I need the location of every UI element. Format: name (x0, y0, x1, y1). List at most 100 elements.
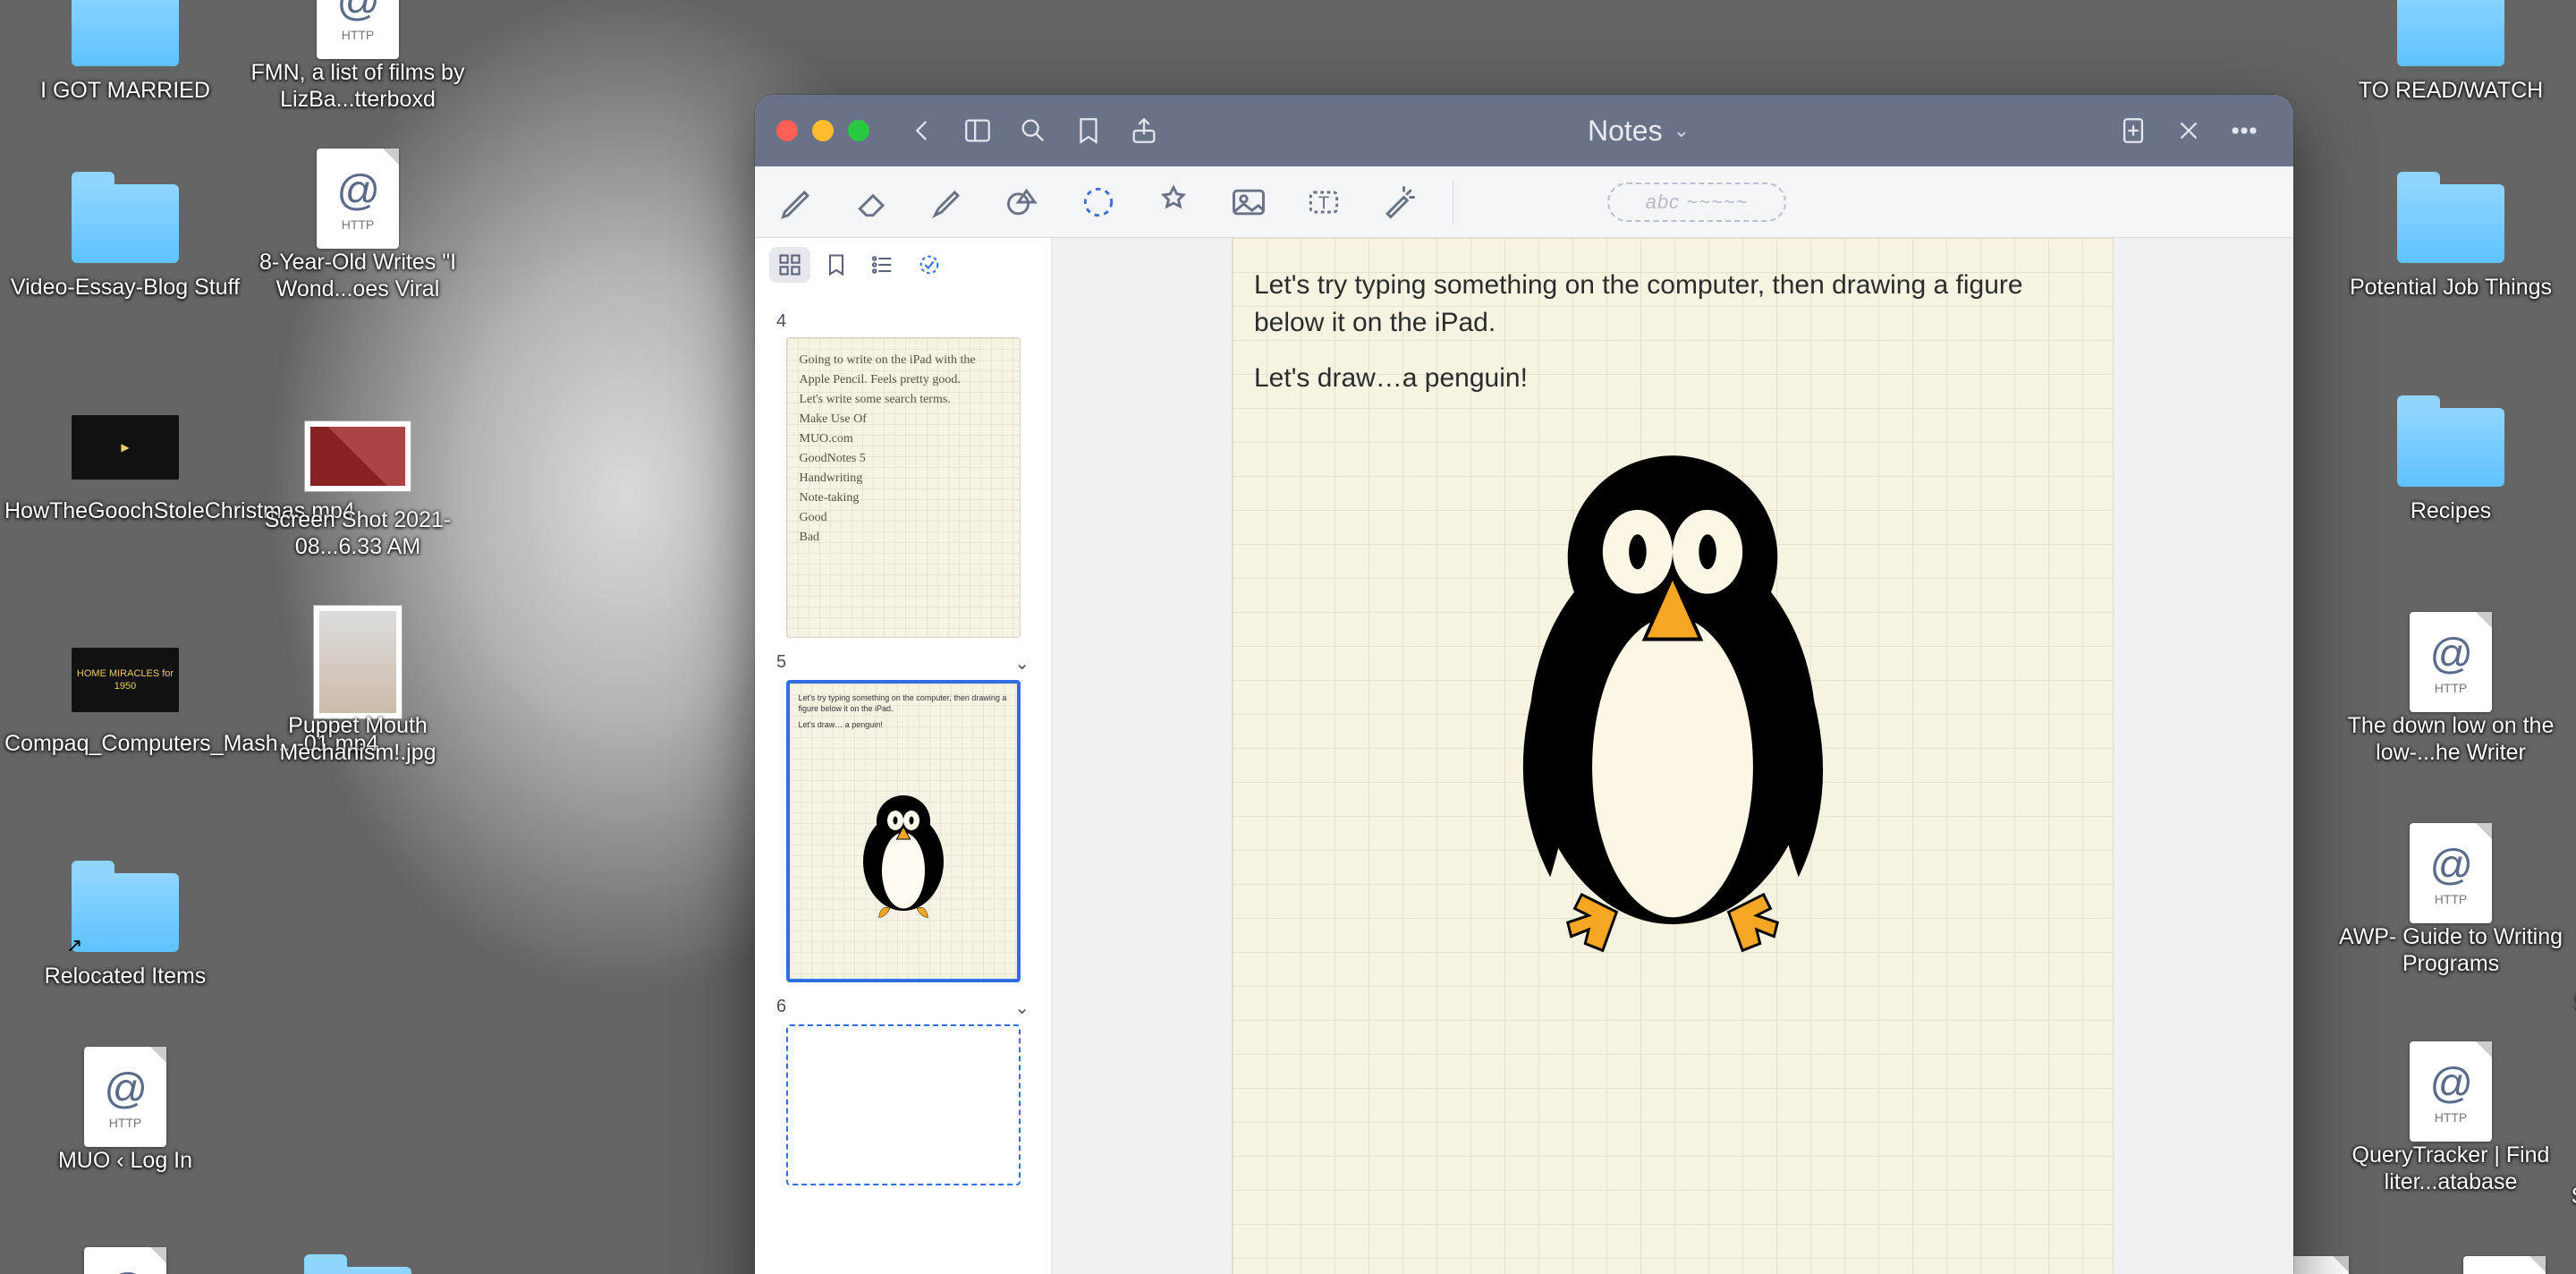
shape-tool[interactable] (998, 177, 1048, 227)
desktop-item-submit-to[interactable]: Stuff to Submit To! (2567, 895, 2576, 1016)
thumbnails-tab[interactable] (769, 247, 810, 283)
thumb-line: Let's draw… a penguin! (799, 719, 1008, 730)
desktop-item-right-webloc-cut2[interactable]: @HTTP (2379, 1261, 2576, 1274)
add-page-button[interactable] (2114, 112, 2152, 149)
desktop-item-left-webloc-cut[interactable]: @HTTP (0, 1253, 250, 1274)
thumb-line: Let's try typing something on the comput… (799, 692, 1008, 714)
desktop-label: The down low on the low-...he Writer (2330, 712, 2572, 766)
folder-icon (72, 0, 179, 66)
desktop-item-to-read[interactable]: TO READ/WATCH (2326, 0, 2576, 104)
close-tab-button[interactable] (2170, 112, 2207, 149)
document-title[interactable]: Notes ⌄ (1172, 115, 2106, 148)
page-number-6[interactable]: 6⌄ (769, 991, 1037, 1024)
document-title-text: Notes (1588, 115, 1663, 148)
webloc-icon: @HTTP (317, 0, 399, 59)
minimize-window-button[interactable] (812, 120, 834, 141)
app-body: 4 Going to write on the iPad with theApp… (755, 238, 2293, 1274)
desktop-item-recipes[interactable]: Recipes (2326, 403, 2576, 524)
desktop-item-video-essay[interactable]: Video-Essay-Blog Stuff (0, 179, 250, 301)
text-style-field[interactable]: abc ~~~~~ (1607, 183, 1786, 222)
sidebar-view-tabs (755, 238, 1051, 292)
bookmark-button[interactable] (1070, 112, 1107, 149)
desktop-item-fanfiction[interactable]: Fanfiction (2567, 537, 2576, 658)
note-page[interactable]: Let's try typing something on the comput… (1232, 238, 2114, 1274)
page-thumbnail-6-selected[interactable]: Let's try typing something on the comput… (786, 680, 1021, 982)
desktop-label: Recipes (2411, 497, 2491, 524)
laser-pointer-tool[interactable] (1374, 177, 1424, 227)
webloc-icon: @HTTP (2410, 612, 2492, 712)
titlebar: Notes ⌄ (755, 95, 2293, 166)
webloc-icon: @HTTP (2463, 1256, 2546, 1274)
desktop-item-i-got-married[interactable]: I GOT MARRIED (0, 0, 250, 104)
text-tool[interactable]: T (1299, 177, 1349, 227)
desktop-item-potential-job[interactable]: Potential Job Things (2326, 179, 2576, 301)
desktop-label: 8-Year-Old Writes "I Wond...oes Viral (237, 249, 479, 302)
pen-tool[interactable] (773, 177, 823, 227)
bookmarks-tab[interactable] (816, 247, 857, 283)
desktop-item-8yr-old[interactable]: @HTTP 8-Year-Old Writes "I Wond...oes Vi… (233, 154, 483, 302)
outline-tab[interactable] (862, 247, 903, 283)
zoom-window-button[interactable] (848, 120, 869, 141)
desktop-label: TO READ/WATCH (2359, 77, 2543, 104)
thumb-text: Going to write on the iPad with theApple… (800, 351, 1007, 548)
add-page-thumbnail[interactable] (786, 1024, 1021, 1185)
more-menu-button[interactable] (2225, 112, 2263, 149)
desktop-label: FMN, a list of films by LizBa...tterboxd (237, 59, 479, 113)
desktop-label: Puppet Mouth Mechanism!.jpg (237, 712, 479, 766)
highlighter-tool[interactable] (923, 177, 973, 227)
desktop-item-down-low[interactable]: @HTTP The down low on the low-...he Writ… (2326, 617, 2576, 766)
window-controls (776, 120, 869, 141)
select-tab[interactable] (909, 247, 950, 283)
desktop-label: HowTheGoochStoleChristmas.mp4 (4, 497, 246, 524)
back-button[interactable] (903, 112, 941, 149)
desktop-item-fmn-films[interactable]: @HTTP FMN, a list of films by LizBa...tt… (233, 0, 483, 113)
page-sidebar: 4 Going to write on the iPad with theApp… (755, 238, 1052, 1274)
close-window-button[interactable] (776, 120, 798, 141)
webloc-icon: @HTTP (84, 1047, 166, 1147)
page-thumbnail-5[interactable]: Going to write on the iPad with theApple… (786, 337, 1021, 638)
webloc-icon: @HTTP (317, 149, 399, 249)
chevron-down-icon: ⌄ (1014, 652, 1030, 675)
desktop-item-querytracker[interactable]: @HTTP QueryTracker | Find liter...atabas… (2326, 1047, 2576, 1195)
desktop-item-webcomics[interactable]: Webcomics (2567, 0, 2576, 113)
page-number-4: 4 (769, 306, 1037, 337)
sidebar-toggle-button[interactable] (959, 112, 996, 149)
sidebar-scroll[interactable]: 4 Going to write on the iPad with theApp… (755, 292, 1051, 1274)
lasso-tool[interactable] (1073, 177, 1123, 227)
desktop-item-screenshot[interactable]: Screen Shot 2021-08...6.33 AM (233, 412, 483, 560)
chevron-down-icon: ⌄ (1014, 997, 1030, 1019)
chevron-down-icon: ⌄ (1674, 119, 1690, 142)
sticker-tool[interactable] (1148, 177, 1199, 227)
share-button[interactable] (1125, 112, 1163, 149)
webloc-icon: @HTTP (84, 1247, 166, 1274)
desktop-item-writing-stuff[interactable]: Writing Stuff (2567, 349, 2576, 471)
image-tool[interactable] (1224, 177, 1274, 227)
page-text-1: Let's try typing something on the comput… (1254, 267, 2091, 342)
desktop-label: Stuff to Maybe Buy Maybe? (2567, 1183, 2576, 1236)
desktop-item-left-folder-cut[interactable] (233, 1261, 483, 1274)
page-number-5[interactable]: 5⌄ (769, 647, 1037, 680)
desktop-item-ukulele[interactable]: Ukulele Stuff (2567, 716, 2576, 837)
desktop-item-awp-guide[interactable]: @HTTP AWP- Guide to Writing Programs (2326, 828, 2576, 977)
desktop-item-buy-maybe[interactable]: Stuff to Maybe Buy Maybe? (2567, 1088, 2576, 1236)
placeholder-text: abc ~~~~~ (1646, 191, 1749, 214)
desktop-label: Screen Shot 2021-08...6.33 AM (237, 506, 479, 560)
desktop-item-puppet[interactable]: Puppet Mouth Mechanism!.jpg (233, 617, 483, 766)
desktop-item-muo-login[interactable]: @HTTP MUO ‹ Log In (0, 1052, 250, 1174)
page-text-2: Let's draw…a penguin! (1254, 360, 2091, 397)
desktop-item-gooch[interactable]: ▶ HowTheGoochStoleChristmas.mp4 (0, 403, 250, 524)
desktop-item-relocated[interactable]: ↗ Relocated Items (0, 868, 250, 989)
folder-icon (2397, 184, 2504, 263)
canvas-area[interactable]: Let's try typing something on the comput… (1052, 238, 2293, 1274)
webloc-icon: @HTTP (2410, 1041, 2492, 1142)
folder-icon (304, 1267, 411, 1274)
eraser-tool[interactable] (848, 177, 898, 227)
goodnotes-window: Notes ⌄ T abc ~~~~~ 4 (755, 95, 2293, 1274)
search-button[interactable] (1014, 112, 1052, 149)
desktop-item-art-stuff[interactable]: Art Stuff (2567, 179, 2576, 301)
folder-icon (2397, 0, 2504, 66)
webloc-icon: @HTTP (2410, 823, 2492, 923)
desktop-label: Compaq_Computers_Mash...-01.mp4 (4, 730, 246, 757)
tool-strip: T abc ~~~~~ (755, 166, 2293, 238)
desktop-item-compaq[interactable]: HOME MIRACLES for 1950 Compaq_Computers_… (0, 635, 250, 757)
